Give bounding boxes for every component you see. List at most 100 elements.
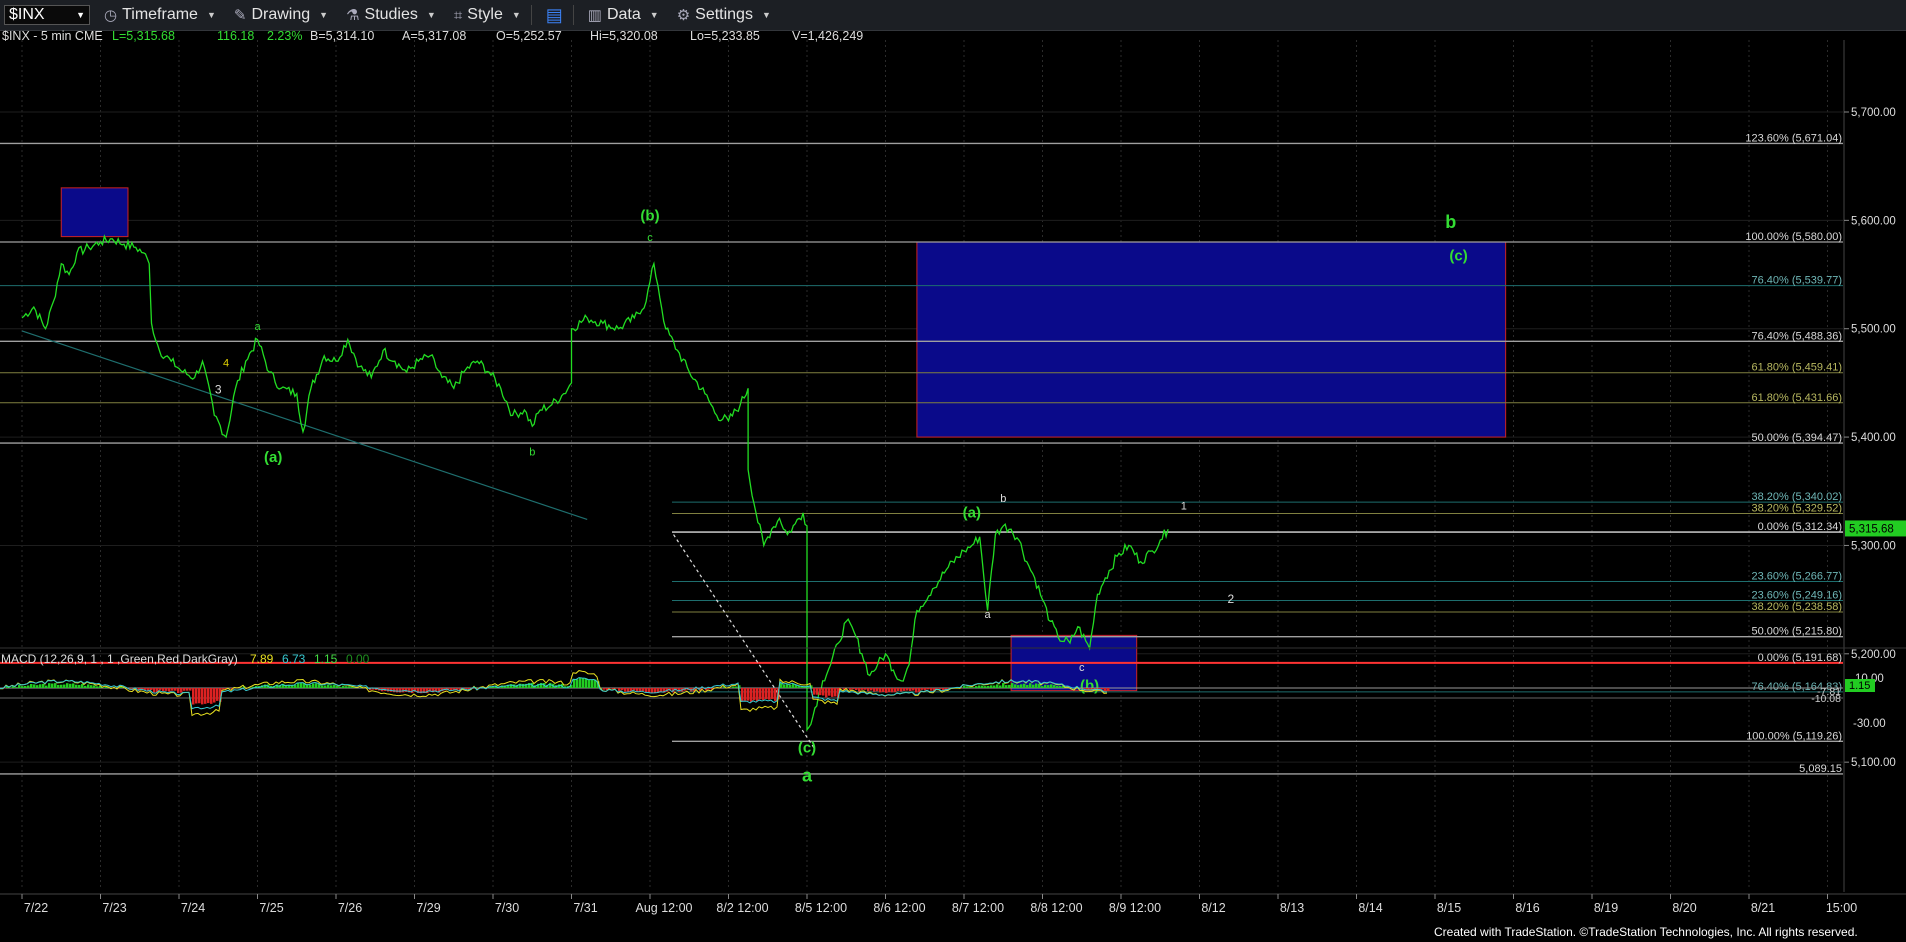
- macd-histogram-bar: [186, 688, 189, 691]
- macd-histogram-bar: [60, 684, 63, 688]
- wave-label: (c): [798, 739, 816, 756]
- macd-histogram-bar: [183, 688, 186, 691]
- header-ask: A=5,317.08: [402, 30, 466, 43]
- price-axis[interactable]: 5,100.00 5,200.00 5,300.00 5,400.00 5,500.00…: [1843, 40, 1906, 892]
- macd-histogram-bar: [1005, 685, 1008, 688]
- time-axis[interactable]: 7/22 7/23 7/24 7/25 7/26 7/29 7/30 7/31 Aug 12:0…: [0, 893, 1906, 915]
- time-tick-label: 7/23: [102, 901, 126, 915]
- macd-histogram-bar: [336, 685, 339, 688]
- studies-label: Studies: [364, 6, 418, 23]
- macd-histogram-bar: [939, 688, 942, 690]
- macd-histogram-bar: [789, 684, 792, 688]
- macd-histogram-bar: [813, 688, 816, 695]
- macd-histogram-bar: [315, 683, 318, 688]
- macd-histogram-bar: [588, 679, 591, 688]
- time-tick-label: 8/8 12:00: [1030, 901, 1082, 915]
- macd-histogram-bar: [636, 688, 639, 692]
- macd-histogram-bar: [75, 684, 78, 688]
- macd-histogram-bar: [579, 677, 582, 688]
- macd-histogram-bar: [1020, 684, 1023, 688]
- macd-histogram-bar: [345, 686, 348, 688]
- macd-histogram-bar: [165, 688, 168, 691]
- time-tick-label: 7/29: [416, 901, 440, 915]
- macd-histogram-bar: [936, 688, 939, 689]
- macd-histogram-bar: [852, 688, 855, 690]
- macd-histogram-bar: [990, 685, 993, 688]
- macd-histogram-bar: [1032, 684, 1035, 688]
- wave-label: c: [647, 232, 653, 244]
- macd-histogram-bar: [822, 688, 825, 696]
- macd-histogram-bar: [1014, 684, 1017, 688]
- macd-histogram-bar: [921, 688, 924, 690]
- fib-label: 50.00% (5,394.47): [1751, 432, 1842, 444]
- bar-chart-icon: ▥: [587, 7, 602, 24]
- timeframe-menu[interactable]: ◷ Timeframe ▼: [100, 3, 220, 27]
- macd-histogram-bar: [1044, 684, 1047, 688]
- macd-side-label: -10.08: [1811, 693, 1841, 705]
- wave-label: 4: [223, 358, 229, 370]
- settings-label: Settings: [695, 6, 753, 23]
- macd-histogram-bar: [618, 688, 621, 692]
- macd-histogram-bar: [891, 688, 894, 693]
- macd-histogram-bar: [333, 684, 336, 688]
- style-menu[interactable]: ⌗ Style ▼: [450, 3, 525, 27]
- macd-histogram-bar: [855, 688, 858, 691]
- macd-histogram-bar: [708, 688, 711, 690]
- data-menu[interactable]: ▥ Data ▼: [584, 3, 663, 27]
- macd-histogram-bar: [924, 688, 927, 691]
- macd-histogram-bar: [627, 688, 630, 692]
- macd-histogram-bar: [900, 688, 903, 692]
- time-tick-label: 8/2 12:00: [716, 901, 768, 915]
- macd-histogram-bar: [888, 688, 891, 693]
- layout-button[interactable]: ▤: [542, 3, 567, 27]
- time-tick-label: 8/20: [1672, 901, 1696, 915]
- wave-label: (a): [963, 504, 981, 521]
- macd-histogram-bar: [42, 683, 45, 688]
- pencil-icon: ✎: [233, 7, 247, 24]
- macd-histogram-bar: [783, 684, 786, 688]
- macd-histogram-bar: [81, 684, 84, 688]
- macd-histogram-bar: [393, 688, 396, 693]
- macd-histogram-bar: [1023, 683, 1026, 688]
- macd-histogram-bar: [153, 688, 156, 693]
- macd-histogram-bar: [642, 688, 645, 692]
- price-tick-label: 5,700.00: [1851, 107, 1896, 119]
- macd-histogram-bar: [51, 683, 54, 688]
- symbol-selector[interactable]: $INX ▼: [4, 5, 90, 25]
- macd-histogram-bar: [972, 687, 975, 688]
- time-tick-label: 8/6 12:00: [873, 901, 925, 915]
- wave-label: a: [802, 766, 813, 786]
- macd-histogram-bar: [198, 688, 201, 704]
- fib-label: 76.40% (5,488.36): [1751, 330, 1842, 342]
- macd-histogram-bar: [930, 688, 933, 691]
- style-label: Style: [467, 6, 503, 23]
- fib-label: 0.00% (5,191.68): [1758, 652, 1842, 664]
- macd-histogram-bar: [168, 688, 171, 692]
- macd-histogram-bar: [747, 688, 750, 701]
- macd-line: [0, 670, 1108, 717]
- fib-label: 61.80% (5,459.41): [1751, 362, 1842, 374]
- settings-menu[interactable]: ⚙ Settings ▼: [673, 3, 775, 27]
- drawing-menu[interactable]: ✎ Drawing ▼: [230, 3, 332, 27]
- macd-histogram-bar: [906, 688, 909, 691]
- macd-histogram-bar: [90, 685, 93, 688]
- macd-histogram-bar: [339, 686, 342, 688]
- macd-histogram-bar: [999, 685, 1002, 688]
- macd-histogram-bar: [18, 684, 21, 688]
- macd-histogram-bar: [984, 686, 987, 688]
- macd-histogram-bar: [48, 683, 51, 688]
- macd-histogram-bar: [177, 688, 180, 693]
- macd-histogram-bar: [72, 683, 75, 688]
- macd-histogram-bar: [1050, 684, 1053, 688]
- price-chart[interactable]: 123.60% (5,671.04) 100.00% (5,580.00) 76.4…: [0, 30, 1906, 924]
- macd-histogram-bar: [996, 684, 999, 688]
- fib-label: 23.60% (5,266.77): [1751, 570, 1842, 582]
- macd-histogram-bar: [213, 688, 216, 703]
- macd-histogram-bar: [195, 688, 198, 704]
- macd-histogram-bar: [306, 684, 309, 688]
- wave-label: 3: [215, 383, 222, 397]
- studies-menu[interactable]: ⚗ Studies ▼: [342, 3, 440, 27]
- chart-header: $INX - 5 min CME L=5,315.68 116.18 2.23%…: [2, 30, 863, 43]
- price-tick-label: 5,200.00: [1851, 649, 1896, 661]
- fib-label: 61.80% (5,431.66): [1751, 392, 1842, 404]
